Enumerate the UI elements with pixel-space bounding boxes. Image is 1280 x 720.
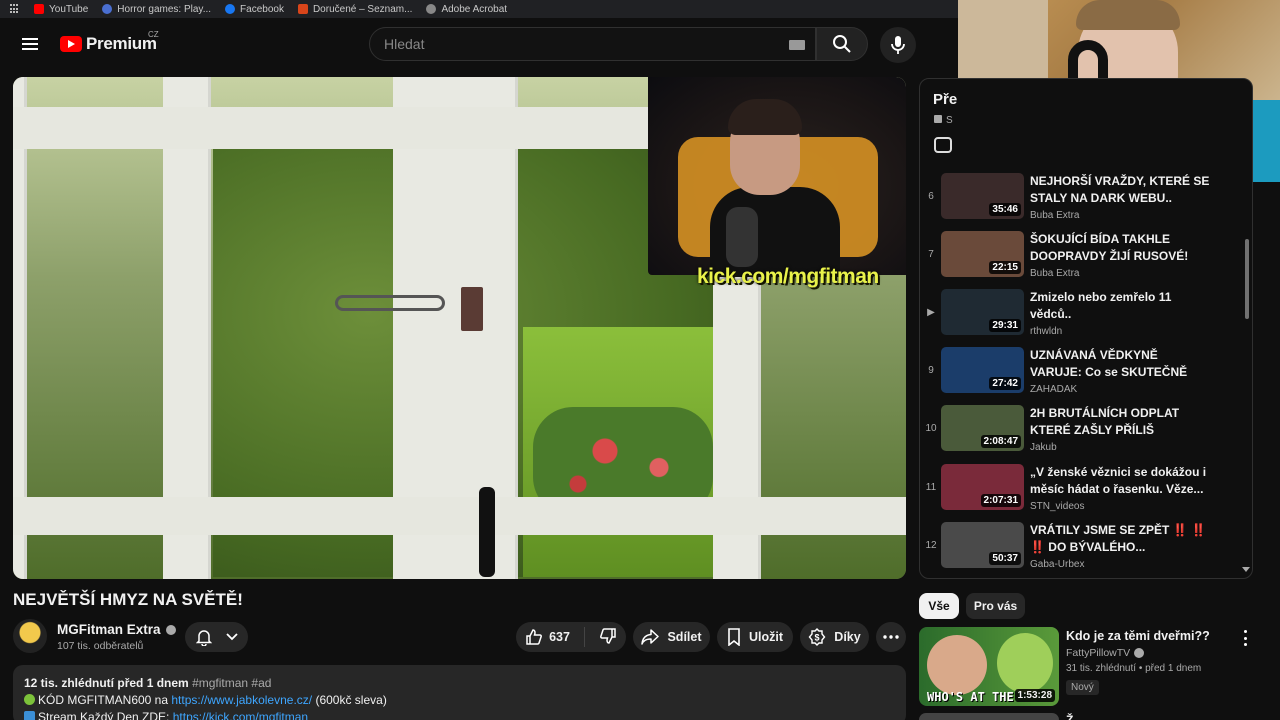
hashtags: #mgfitman #ad [192, 676, 272, 690]
verified-icon [165, 624, 176, 635]
playlist-item[interactable]: 6 35:46 NEJHORŠÍ VRAŽDY, KTERÉ SE STALY … [920, 173, 1246, 231]
playlist-item[interactable]: 11 2:07:31 „V ženské věznici se dokážou … [920, 464, 1246, 522]
youtube-premium-logo[interactable]: Premium CZ [60, 30, 159, 54]
upload-age: před 1 dnem [117, 676, 189, 690]
bookmark-horror-games[interactable]: Horror games: Play... [102, 4, 211, 15]
new-badge: Nový [1066, 680, 1099, 695]
subscription-bell-button[interactable] [185, 622, 248, 652]
like-dislike-group: 637 [516, 622, 626, 652]
share-icon [641, 629, 660, 645]
more-horiz-icon [883, 635, 899, 639]
facebook-icon [225, 4, 236, 14]
bookmark-icon [728, 628, 740, 646]
playlist-thumbnail: 2:08:47 [941, 405, 1024, 451]
loop-icon[interactable] [934, 137, 952, 153]
playlist-item[interactable]: 7 22:15 ŠOKUJÍCÍ BÍDA TAKHLE DOOPRAVDY Ž… [920, 231, 1246, 289]
like-button[interactable]: 637 [525, 628, 570, 646]
bookmark-adobe[interactable]: Adobe Acrobat [426, 4, 507, 15]
video-description[interactable]: 12 tis. zhlédnutí před 1 dnem #mgfitman … [13, 665, 906, 720]
jabkolevne-link[interactable]: https://www.jabkolevne.cz/ [171, 693, 312, 707]
keyboard-icon[interactable] [789, 40, 805, 50]
scroll-down-arrow-icon[interactable] [1242, 567, 1250, 572]
acrobat-icon [426, 4, 437, 14]
kick-overlay-text: kick.com/mgfitman [697, 265, 879, 288]
seznam-icon [297, 4, 308, 14]
playlist-thumbnail: 27:42 [941, 347, 1024, 393]
more-actions-button[interactable] [876, 622, 906, 652]
youtube-play-icon [60, 36, 82, 52]
super-thanks-icon: $ [808, 628, 826, 646]
video-player[interactable]: kick.com/mgfitman [13, 77, 906, 579]
menu-icon[interactable] [22, 38, 38, 50]
microphone-icon [891, 36, 905, 54]
thanks-button[interactable]: $ Díky [800, 622, 869, 652]
dislike-button[interactable] [599, 627, 617, 648]
playlist-item[interactable]: 12 50:37 VRÁTILY JSME SE ZPĚT ‼️ ‼️ ‼️ D… [920, 522, 1246, 578]
svg-text:$: $ [815, 633, 820, 643]
recommendation-title[interactable]: Ž... [1066, 713, 1083, 720]
search-button[interactable] [816, 27, 868, 61]
channel-avatar[interactable] [13, 619, 47, 653]
bookmark-youtube[interactable]: YouTube [34, 4, 88, 15]
playlist-thumbnail: 29:31 [941, 289, 1024, 335]
bookmark-facebook[interactable]: Facebook [225, 4, 284, 15]
recommendation-thumbnail[interactable] [919, 713, 1059, 720]
view-count: 12 tis. zhlédnutí [24, 676, 115, 690]
apple-emoji-icon [24, 694, 35, 705]
playlist-item-current[interactable]: ▶ 29:31 Zmizelo nebo zemřelo 11 vědců.. … [920, 289, 1246, 347]
now-playing-icon: ▶ [927, 307, 935, 318]
more-vert-icon[interactable] [1242, 630, 1248, 646]
save-button[interactable]: Uložit [717, 622, 793, 652]
search-icon [833, 35, 851, 53]
playlist-thumbnail: 50:37 [941, 522, 1024, 568]
bookmark-seznam[interactable]: Doručené – Seznam... [297, 4, 412, 15]
video-frame: kick.com/mgfitman [13, 77, 906, 579]
thumbs-down-icon [599, 627, 616, 644]
subscriber-count: 107 tis. odběratelů [57, 640, 144, 652]
playlist-item[interactable]: 9 27:42 UZNÁVANÁ VĚDKYNĚ VARUJE: Co se S… [920, 347, 1246, 405]
channel-name[interactable]: MGFitman Extra [57, 622, 176, 637]
youtube-icon [34, 4, 44, 14]
playlist-thumbnail: 22:15 [941, 231, 1024, 277]
playlist-panel: Pře S 6 35:46 NEJHORŠÍ VRAŽDY, KTERÉ SE … [919, 78, 1253, 579]
search-input[interactable] [384, 36, 764, 52]
recommendation-channel[interactable]: FattyPillowTV [1066, 647, 1145, 659]
search-box [369, 27, 816, 61]
verified-icon [1134, 648, 1145, 658]
playlist-item[interactable]: 10 2:08:47 2H BRUTÁLNÍCH ODPLAT KTERÉ ZA… [920, 405, 1246, 463]
video-title: NEJVĚTŠÍ HMYZ NA SVĚTĚ! [13, 590, 243, 609]
chip-all[interactable]: Vše [919, 593, 959, 619]
globe-icon [102, 4, 113, 14]
recommendation-meta: 31 tis. zhlédnutí • před 1 dnem [1066, 663, 1202, 674]
apps-grid-icon[interactable] [10, 4, 20, 14]
voice-search-button[interactable] [880, 27, 916, 63]
playlist-subtitle: S [934, 115, 953, 126]
playlist-thumbnail: 2:07:31 [941, 464, 1024, 510]
recommendation-title[interactable]: Kdo je za těmi dveřmi?? [1066, 629, 1210, 643]
kick-link[interactable]: https://kick.com/mgfitman [173, 710, 308, 720]
playlist-scrollbar[interactable] [1245, 239, 1249, 319]
streamer-cam-overlay [648, 77, 906, 277]
recommendation-thumbnail[interactable]: WHO'S AT THE 1:53:28 [919, 627, 1059, 706]
bell-icon [195, 630, 212, 646]
chip-for-you[interactable]: Pro vás [966, 593, 1025, 619]
share-button[interactable]: Sdílet [633, 622, 710, 652]
thumbs-up-icon [526, 629, 543, 645]
chevron-down-icon [225, 633, 238, 641]
lock-icon [934, 115, 942, 123]
playlist-title[interactable]: Pře [933, 91, 957, 108]
tv-emoji-icon [24, 711, 35, 720]
playlist-thumbnail: 35:46 [941, 173, 1024, 219]
